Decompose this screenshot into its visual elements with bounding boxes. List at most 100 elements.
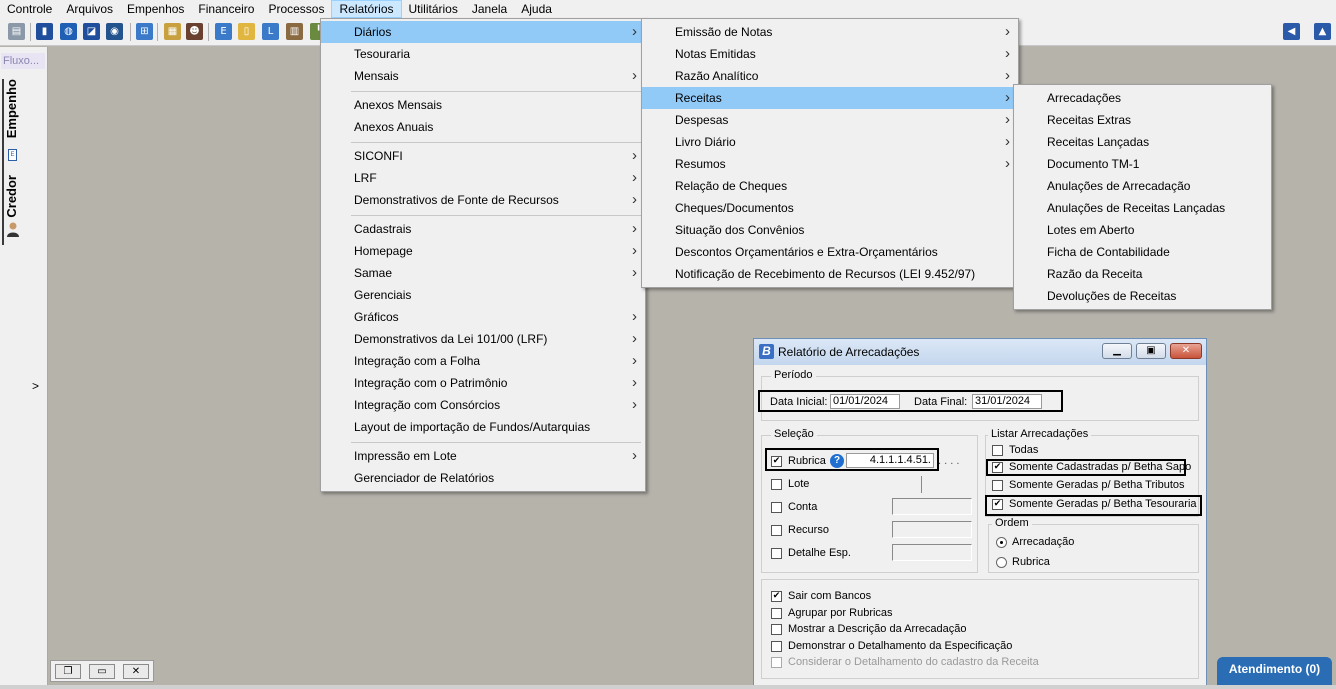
mostrar-descricao-checkbox[interactable] — [771, 624, 782, 635]
document-e-icon[interactable]: E — [215, 23, 232, 40]
menu-4[interactable]: Processos — [261, 0, 331, 18]
relatorios_menu-item-14[interactable]: Integração com a Folha › — [321, 350, 645, 372]
receitas_menu-item-label: Receitas Extras — [1047, 113, 1132, 127]
receitas_menu-item-0[interactable]: Arrecadações — [1014, 87, 1271, 109]
diarios_menu-item-8[interactable]: Cheques/Documentos — [642, 197, 1018, 219]
relatorios_menu-item-4[interactable]: Anexos Anuais — [321, 116, 645, 138]
diarios_menu-item-2[interactable]: Razão Analítico › — [642, 65, 1018, 87]
sair-bancos-checkbox[interactable]: ✔ — [771, 591, 782, 602]
detalhamento-especificacao-checkbox[interactable] — [771, 641, 782, 652]
globe-icon[interactable]: ◍ — [60, 23, 77, 40]
phone-book-icon[interactable]: ◪ — [83, 23, 100, 40]
diarios_menu-item-1[interactable]: Notas Emitidas › — [642, 43, 1018, 65]
receitas_menu-item-8[interactable]: Razão da Receita — [1014, 263, 1271, 285]
relatorios_menu-item-15[interactable]: Integração com o Patrimônio › — [321, 372, 645, 394]
relatorios_menu-item-7[interactable]: Demonstrativos de Fonte de Recursos › — [321, 189, 645, 211]
relatorios_menu-item-0[interactable]: Diários › — [321, 21, 645, 43]
close-icon[interactable]: ✕ — [123, 664, 149, 679]
user-icon[interactable]: ☻ — [186, 23, 203, 40]
diarios_menu-item-6[interactable]: Resumos › — [642, 153, 1018, 175]
relatorios_menu-item-10[interactable]: Samae › — [321, 262, 645, 284]
receitas_menu-item-4[interactable]: Anulações de Arrecadação — [1014, 175, 1271, 197]
help-icon[interactable]: ? — [830, 454, 844, 468]
conta-input[interactable] — [892, 498, 972, 515]
data-final-input[interactable]: 31/01/2024 — [972, 394, 1042, 409]
relatorios_menu-item-17[interactable]: Layout de importação de Fundos/Autarquia… — [321, 416, 645, 438]
printer-icon[interactable]: ▤ — [8, 23, 25, 40]
relatorios_menu-item-3[interactable]: Anexos Mensais — [321, 94, 645, 116]
menu-8[interactable]: Ajuda — [514, 0, 559, 18]
ordem-rubrica-radio[interactable] — [996, 557, 1007, 568]
sapo-checkbox[interactable]: ✔ — [992, 462, 1003, 473]
detalhe-input[interactable] — [892, 544, 972, 561]
recurso-checkbox[interactable] — [771, 525, 782, 536]
receitas_menu-item-2[interactable]: Receitas Lançadas — [1014, 131, 1271, 153]
receitas_menu-item-5[interactable]: Anulações de Receitas Lançadas — [1014, 197, 1271, 219]
menu-3[interactable]: Financeiro — [191, 0, 261, 18]
relatorios_menu-item-1[interactable]: Tesouraria — [321, 43, 645, 65]
receitas_menu-item-3[interactable]: Documento TM-1 — [1014, 153, 1271, 175]
receitas_menu-item-6[interactable]: Lotes em Aberto — [1014, 219, 1271, 241]
relatorios_menu-item-13[interactable]: Demonstrativos da Lei 101/00 (LRF) › — [321, 328, 645, 350]
fluxo-tab[interactable]: Fluxo... — [1, 53, 45, 69]
relatorios_menu-item-8[interactable]: Cadastrais › — [321, 218, 645, 240]
diarios_menu-item-3[interactable]: Receitas › — [642, 87, 1018, 109]
todas-checkbox[interactable] — [992, 445, 1003, 456]
ordem-arrecadacao-radio[interactable] — [996, 537, 1007, 548]
restore-icon[interactable]: ❐ — [55, 664, 81, 679]
diarios_menu-item-9[interactable]: Situação dos Convênios — [642, 219, 1018, 241]
arrow-up-icon[interactable]: ▲ — [1314, 23, 1331, 40]
diarios_menu-item-0[interactable]: Emissão de Notas › — [642, 21, 1018, 43]
diarios_menu-item-10[interactable]: Descontos Orçamentários e Extra-Orçament… — [642, 241, 1018, 263]
menu-7[interactable]: Janela — [465, 0, 514, 18]
relatorios_menu-item-11[interactable]: Gerenciais — [321, 284, 645, 306]
lote-checkbox[interactable] — [771, 479, 782, 490]
document-l-icon[interactable]: L — [262, 23, 279, 40]
close-icon[interactable]: ✕ — [1170, 343, 1202, 359]
conta-checkbox[interactable] — [771, 502, 782, 513]
receitas_menu-item-1[interactable]: Receitas Extras — [1014, 109, 1271, 131]
detalhe-checkbox[interactable] — [771, 548, 782, 559]
relatorios_menu-item-16[interactable]: Integração com Consórcios › — [321, 394, 645, 416]
menu-0[interactable]: Controle — [0, 0, 59, 18]
menu-5[interactable]: Relatórios — [331, 0, 402, 18]
report-icon[interactable]: ▦ — [164, 23, 181, 40]
relatorios_menu-item-12[interactable]: Gráficos › — [321, 306, 645, 328]
tesouraria-checkbox[interactable]: ✔ — [992, 499, 1003, 510]
menu-6[interactable]: Utilitários — [402, 0, 465, 18]
relatorios_menu-item-9[interactable]: Homepage › — [321, 240, 645, 262]
book-icon[interactable]: ▮ — [36, 23, 53, 40]
tab-empenho[interactable]: Empenho — [4, 79, 19, 138]
tab-credor[interactable]: Credor — [4, 175, 19, 218]
rubrica-checkbox[interactable]: ✔ — [771, 456, 782, 467]
diarios_menu-item-7[interactable]: Relação de Cheques — [642, 175, 1018, 197]
data-inicial-input[interactable]: 01/01/2024 — [830, 394, 900, 409]
receitas_menu-item-9[interactable]: Devoluções de Receitas — [1014, 285, 1271, 307]
relatorios_menu-item-2[interactable]: Mensais › — [321, 65, 645, 87]
diarios_menu-item-4[interactable]: Despesas › — [642, 109, 1018, 131]
maximize-icon[interactable]: ▣ — [1136, 343, 1166, 359]
maximize-icon[interactable]: ▭ — [89, 664, 115, 679]
database-icon[interactable]: ◉ — [106, 23, 123, 40]
diarios_menu-item-11[interactable]: Notificação de Recebimento de Recursos (… — [642, 263, 1018, 285]
relatorios_menu-item-5[interactable]: SICONFI › — [321, 145, 645, 167]
folder-icon[interactable]: ▯ — [238, 23, 255, 40]
atendimento-button[interactable]: Atendimento (0) — [1217, 657, 1332, 685]
tree-icon[interactable]: ⊞ — [136, 23, 153, 40]
agrupar-rubricas-checkbox[interactable] — [771, 608, 782, 619]
megaphone-icon[interactable]: ◀ — [1283, 23, 1300, 40]
diarios_menu-item-5[interactable]: Livro Diário › — [642, 131, 1018, 153]
receitas_menu-item-7[interactable]: Ficha de Contabilidade — [1014, 241, 1271, 263]
menu-1[interactable]: Arquivos — [59, 0, 120, 18]
minimize-icon[interactable]: ▁ — [1102, 343, 1132, 359]
tributos-checkbox[interactable] — [992, 480, 1003, 491]
calculator-icon[interactable]: ▥ — [286, 23, 303, 40]
menu-2[interactable]: Empenhos — [120, 0, 191, 18]
rubrica-input[interactable]: 4.1.1.1.4.51. — [846, 453, 934, 468]
relatorios_menu-item-18[interactable]: Impressão em Lote › — [321, 445, 645, 467]
relatorios_menu-item-19[interactable]: Gerenciador de Relatórios — [321, 467, 645, 489]
relatorios_menu-item-6[interactable]: LRF › — [321, 167, 645, 189]
recurso-input[interactable] — [892, 521, 972, 538]
expand-panel-icon[interactable]: > — [32, 379, 39, 393]
lote-input[interactable] — [921, 476, 922, 493]
